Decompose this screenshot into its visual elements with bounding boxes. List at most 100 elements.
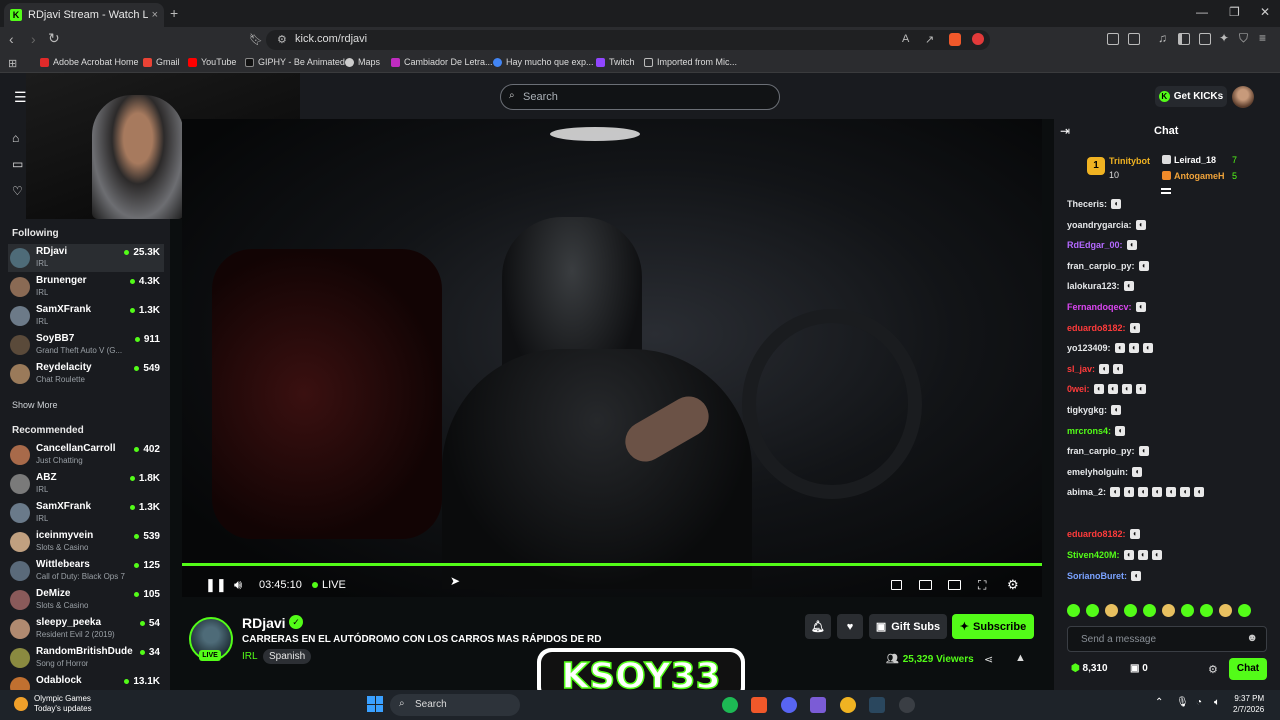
chat-username[interactable]: mrcrons4: (1067, 426, 1111, 436)
subscribe-button[interactable]: ✦ Subscribe (952, 614, 1034, 639)
site-info-icon[interactable]: ⚙︎ (277, 33, 287, 46)
menu-icon[interactable]: ≡ (1259, 31, 1266, 45)
chat-username[interactable]: fran_carpio_py: (1067, 261, 1135, 271)
quick-emote-icon[interactable] (1124, 604, 1137, 617)
category-link[interactable]: IRL (242, 651, 258, 662)
bookmark-giphy[interactable]: GIPHY - Be Animated (245, 57, 345, 67)
following-icon[interactable]: ♡ (12, 184, 23, 198)
hamburger-menu-icon[interactable]: ☰ (14, 89, 27, 106)
new-tab-button[interactable]: + (170, 5, 178, 21)
theater-mode-icon[interactable] (948, 580, 961, 590)
emoji-icon[interactable]: ☻ (1246, 632, 1258, 644)
brave-rewards-icon[interactable] (972, 33, 984, 45)
settings-gear-icon[interactable]: ⚙︎ (1007, 577, 1019, 593)
home-icon[interactable]: ⌂ (12, 131, 19, 145)
windows-start-icon[interactable] (367, 696, 383, 712)
chat-username[interactable]: tigkygkg: (1067, 405, 1107, 415)
bookmark-icon[interactable]: 🔖︎ (249, 33, 263, 46)
sidebar-channel[interactable]: sleepy_peeka Resident Evil 2 (2019) 54 (8, 615, 164, 643)
sidebar-channel[interactable]: RandomBritishDude Song of Horror 34 (8, 644, 164, 672)
widgets-button[interactable]: Olympic Games Today's updates (34, 694, 92, 714)
sidebar-channel[interactable]: DeMize Slots & Casino 105 (8, 586, 164, 614)
chat-username[interactable]: yoandrygarcia: (1067, 220, 1132, 230)
leader-name[interactable]: Trinitybot (1109, 156, 1150, 166)
fullscreen-icon[interactable]: ⛶ (978, 578, 986, 593)
translate-icon[interactable]: A (902, 33, 909, 45)
chat-username[interactable]: Fernandoqecv: (1067, 302, 1132, 312)
chat-settings-icon[interactable]: ⚙︎ (1208, 663, 1218, 676)
chat-username[interactable]: yo123409: (1067, 343, 1111, 353)
sidebar-channel[interactable]: SoyBB7 Grand Theft Auto V (G... 911 (8, 331, 164, 359)
quick-emote-icon[interactable] (1067, 604, 1080, 617)
maximize-icon[interactable]: ❐ (1229, 5, 1240, 19)
bookmark-adobe[interactable]: Adobe Acrobat Home (40, 57, 139, 67)
speaker-icon[interactable]: 🔈︎ (1214, 697, 1220, 708)
clip-icon[interactable] (919, 580, 932, 590)
chat-username[interactable]: eduardo8182: (1067, 529, 1126, 539)
app-icon-3[interactable] (899, 697, 915, 713)
show-more-link[interactable]: Show More (12, 400, 58, 410)
browse-icon[interactable]: ▭ (12, 157, 23, 171)
miniplayer-icon[interactable] (891, 580, 902, 590)
report-icon[interactable]: ▲ (1015, 652, 1026, 664)
browser-tab[interactable]: K RDjavi Stream - Watch Live o × (4, 3, 164, 27)
sidebar-channel[interactable]: SamXFrank IRL 1.3K (8, 302, 164, 330)
extensions-icon[interactable] (1107, 33, 1119, 45)
apps-icon[interactable]: ⊞ (8, 57, 17, 70)
gift-subs-button[interactable]: ▣ Gift Subs (869, 614, 947, 639)
chat-username[interactable]: Stiven420M: (1067, 550, 1120, 560)
search-input[interactable]: ⌕ Search (500, 84, 780, 110)
brave-icon[interactable] (751, 697, 767, 713)
sidebar-channel[interactable]: Reydelacity Chat Roulette 549 (8, 360, 164, 388)
share-icon[interactable]: ↗ (925, 33, 934, 46)
chat-username[interactable]: RdEdgar_00: (1067, 240, 1123, 250)
chat-username[interactable]: emelyholguin: (1067, 467, 1128, 477)
chat-username[interactable]: sl_jav: (1067, 364, 1095, 374)
chat-message-input[interactable]: Send a message ☻ (1067, 626, 1267, 652)
sidebar-channel[interactable]: ABZ IRL 1.8K (8, 470, 164, 498)
subs-count[interactable]: ▣ 0 (1130, 663, 1148, 674)
sidebar-channel[interactable]: RDjavi IRL 25.3K (8, 244, 164, 272)
chat-username[interactable]: lalokura123: (1067, 281, 1120, 291)
reload-icon[interactable]: ↻ (48, 30, 60, 47)
leader-name[interactable]: Leirad_18 (1174, 155, 1216, 165)
taskbar-search[interactable]: ⌕ Search (390, 694, 520, 716)
tray-chevron-icon[interactable]: ⌃ (1155, 697, 1163, 708)
brave-shield-icon[interactable] (949, 33, 961, 46)
collapse-chat-icon[interactable]: ⇥ (1060, 124, 1070, 138)
quick-emote-icon[interactable] (1181, 604, 1194, 617)
language-tag[interactable]: Spanish (263, 649, 312, 664)
bookmark-hay-mucho[interactable]: Hay mucho que exp... (493, 57, 594, 67)
pause-icon[interactable]: ❚❚ (205, 577, 227, 593)
sidebar-toggle-icon[interactable] (1178, 33, 1190, 45)
wifi-icon[interactable]: ◔ (1196, 697, 1202, 708)
bookmark-maps[interactable]: Maps (345, 57, 380, 67)
sidebar-channel[interactable]: CancellanCarroll Just Chatting 402 (8, 441, 164, 469)
leo-ai-icon[interactable]: ✦ (1219, 31, 1229, 45)
forward-icon[interactable]: › (31, 31, 36, 47)
chat-username[interactable]: SorianoBuret: (1067, 571, 1127, 581)
vpn-icon[interactable]: ⛉ (1239, 31, 1248, 46)
bookmark-twitch[interactable]: Twitch (596, 57, 635, 67)
chat-username[interactable]: abima_2: (1067, 487, 1106, 497)
share-stream-icon[interactable]: ⋖ (984, 653, 993, 666)
progress-bar[interactable] (182, 563, 1042, 566)
chat-username[interactable]: Theceris: (1067, 199, 1107, 209)
reading-list-icon[interactable] (1199, 33, 1211, 45)
video-player[interactable] (182, 119, 1042, 597)
wallet-icon[interactable] (1128, 33, 1140, 45)
bookmark-imported[interactable]: Imported from Mic... (644, 57, 737, 67)
address-bar[interactable]: ⚙︎ kick.com/rdjavi A ↗ (266, 30, 990, 50)
steam-icon[interactable] (869, 697, 885, 713)
notify-bell-button[interactable]: 🔔︎ (805, 614, 831, 639)
quick-emote-icon[interactable] (1219, 604, 1232, 617)
quick-emote-icon[interactable] (1105, 604, 1118, 617)
bookmark-cambiador[interactable]: Cambiador De Letra... (391, 57, 493, 67)
get-kicks-button[interactable]: K Get KICKs (1155, 86, 1227, 107)
chat-username[interactable]: fran_carpio_py: (1067, 446, 1135, 456)
microphone-icon[interactable]: 🎙︎ (1176, 697, 1189, 708)
bookmark-gmail[interactable]: Gmail (143, 57, 180, 67)
channel-name[interactable]: RDjavi (242, 615, 286, 631)
spotify-icon[interactable] (722, 697, 738, 713)
taskbar-clock[interactable]: 9:37 PM 2/7/2026 (1233, 693, 1264, 715)
